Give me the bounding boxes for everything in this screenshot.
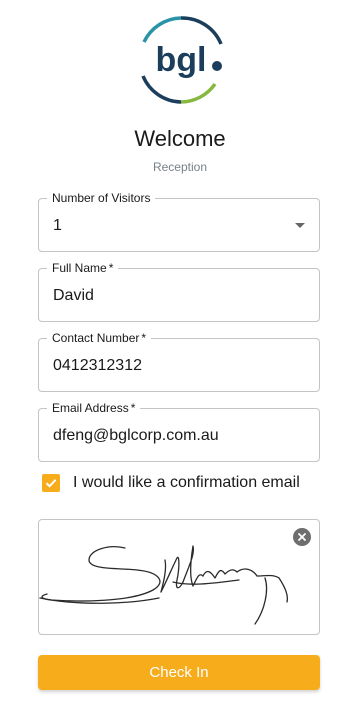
full-name-field[interactable]: Full Name * David: [38, 261, 320, 322]
email-field[interactable]: Email Address * dfeng@bglcorp.com.au: [38, 401, 320, 462]
visitors-label: Number of Visitors: [47, 191, 156, 205]
confirmation-label: I would like a confirmation email: [73, 474, 300, 491]
check-in-button[interactable]: Check In: [38, 655, 320, 690]
full-name-value: David: [53, 287, 94, 304]
contact-number-field[interactable]: Contact Number * 0412312312: [38, 331, 320, 392]
email-value: dfeng@bglcorp.com.au: [53, 427, 219, 444]
contact-number-value: 0412312312: [53, 357, 142, 374]
dropdown-caret-icon: [295, 223, 305, 228]
signature-pad[interactable]: [38, 519, 320, 635]
signature-drawing: [39, 545, 289, 625]
close-circle-icon: [298, 533, 306, 541]
visitors-select[interactable]: Number of Visitors 1: [38, 191, 320, 252]
page-title: Welcome: [134, 126, 226, 151]
contact-number-label: Contact Number *: [47, 331, 152, 345]
clear-signature-button[interactable]: [293, 528, 311, 546]
bgl-logo-mark: bgl: [141, 16, 223, 104]
logo-wordmark: bgl: [156, 41, 207, 79]
bgl-logo: bgl: [135, 14, 227, 106]
page-subtitle: Reception: [152, 160, 208, 174]
confirmation-checkbox[interactable]: [42, 474, 60, 492]
checkmark-icon: [45, 479, 57, 488]
full-name-label: Full Name *: [47, 261, 119, 275]
email-label: Email Address *: [47, 401, 141, 415]
visitors-value: 1: [53, 217, 62, 234]
confirmation-email-option[interactable]: I would like a confirmation email: [42, 472, 300, 494]
